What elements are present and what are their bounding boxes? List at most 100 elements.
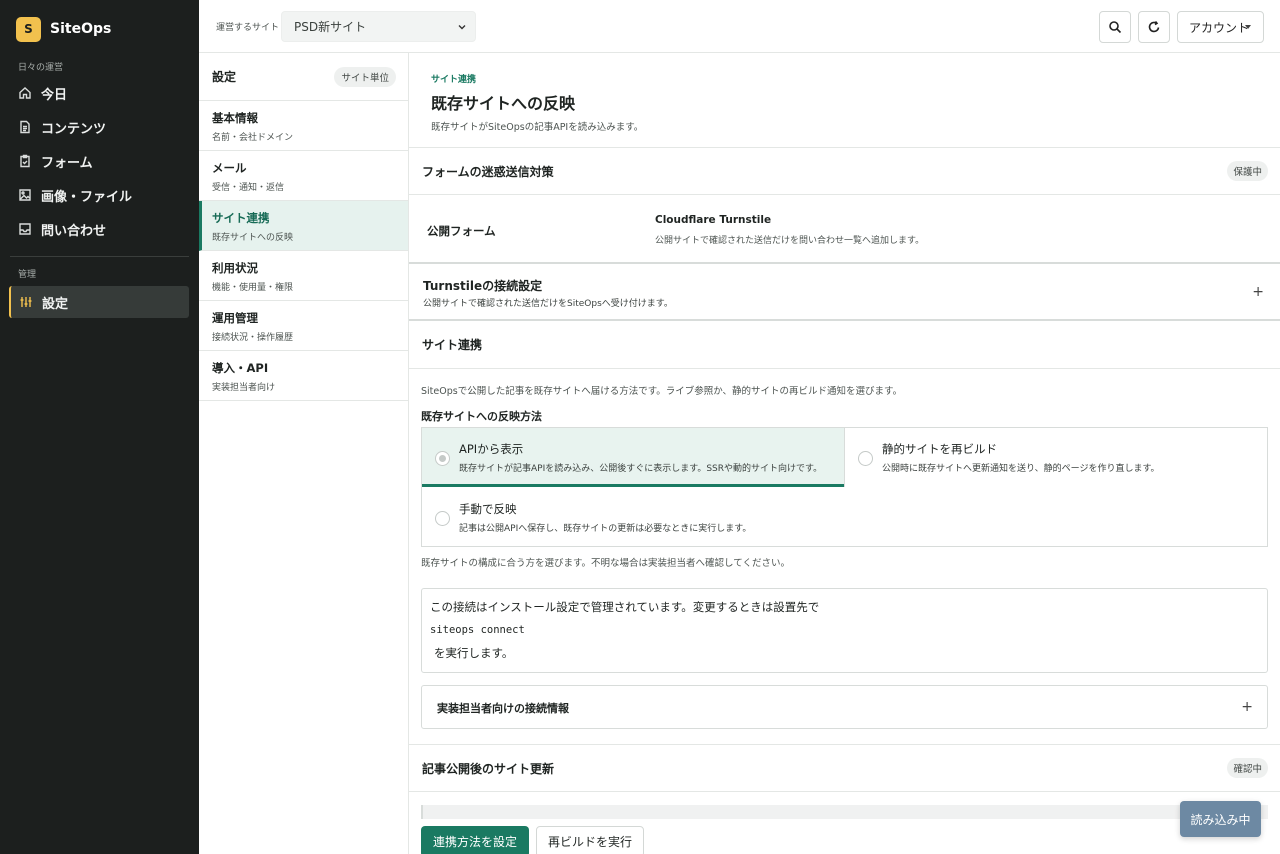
- radio-button[interactable]: [435, 451, 450, 466]
- publish-actions: 連携方法を設定 再ビルドを実行: [421, 826, 645, 854]
- subnav-item-usage[interactable]: 利用状況 機能・使用量・権限: [199, 251, 408, 301]
- subnav-item-sub: 接続状況・操作履歴: [212, 333, 294, 343]
- turnstile-accordion[interactable]: Turnstileの接続設定 公開サイトで確認された送信だけをSiteOpsへ受…: [409, 264, 1280, 321]
- method-hint: 既存サイトの構成に合う方を選びます。不明な場合は実装担当者へ確認してください。: [421, 558, 790, 569]
- expand-plus-icon[interactable]: +: [1252, 284, 1264, 300]
- document-icon: [18, 120, 32, 134]
- subnav-item-sub: 機能・使用量・権限: [212, 283, 294, 293]
- inbox-icon: [18, 222, 32, 236]
- sidebar-item-content[interactable]: コンテンツ: [0, 110, 199, 144]
- option-title: 手動で反映: [459, 502, 517, 516]
- option-api-display[interactable]: APIから表示 既存サイトが記事APIを読み込み、公開後すぐに表示します。SSR…: [422, 428, 844, 487]
- sync-section-header: サイト連携: [409, 321, 1280, 369]
- option-title: APIから表示: [459, 442, 524, 456]
- sidebar-item-label: フォーム: [41, 155, 93, 171]
- site-select-value: PSD新サイト: [294, 20, 367, 34]
- publish-status-bar: [421, 805, 1268, 819]
- settings-subnav: 設定 サイト単位 基本情報 名前・会社ドメイン メール 受信・通知・返信 サイト…: [199, 53, 409, 854]
- radio-button[interactable]: [858, 451, 873, 466]
- subnav-item-api[interactable]: 導入・API 実装担当者向け: [199, 351, 408, 401]
- method-label: 既存サイトへの反映方法: [421, 410, 542, 423]
- option-desc: 既存サイトが記事APIを読み込み、公開後すぐに表示します。SSRや動的サイト向け…: [459, 464, 823, 474]
- publish-section-title: 記事公開後のサイト更新: [422, 761, 555, 776]
- nav-section-daily: 日々の運営: [18, 63, 64, 73]
- publish-section-header: 記事公開後のサイト更新 確認中: [409, 744, 1280, 792]
- subnav-item-sub: 名前・会社ドメイン: [212, 133, 294, 143]
- topbar: 運営するサイト PSD新サイト アカウント: [199, 0, 1280, 53]
- sync-section-body: SiteOpsで公開した記事を既存サイトへ届ける方法です。ライブ参照か、静的サイ…: [409, 369, 1280, 729]
- sync-description: SiteOpsで公開した記事を既存サイトへ届ける方法です。ライブ参照か、静的サイ…: [421, 386, 903, 397]
- loading-toast: 読み込み中: [1180, 801, 1261, 837]
- subnav-item-title: 利用状況: [212, 261, 258, 275]
- subnav-item-title: 基本情報: [212, 111, 258, 125]
- nav-section-admin: 管理: [18, 270, 37, 280]
- radio-button[interactable]: [435, 511, 450, 526]
- install-note-box: この接続はインストール設定で管理されています。変更するときは設置先で siteo…: [421, 588, 1268, 673]
- subnav-item-sub: 実装担当者向け: [212, 383, 276, 393]
- account-menu-button[interactable]: アカウント: [1177, 11, 1264, 43]
- site-select-label: 運営するサイト: [216, 23, 280, 33]
- dev-info-title: 実装担当者向けの接続情報: [437, 702, 569, 715]
- public-form-row: 公開フォーム Cloudflare Turnstile 公開サイトで確認された送…: [409, 195, 1280, 264]
- sidebar-item-label: 設定: [42, 296, 69, 312]
- nav-divider: [10, 256, 189, 257]
- sidebar-item-label: 画像・ファイル: [41, 189, 133, 205]
- install-note-tail: を実行します。: [434, 646, 514, 660]
- subnav-item-operations[interactable]: 運用管理 接続状況・操作履歴: [199, 301, 408, 351]
- scope-pill: サイト単位: [334, 66, 396, 87]
- subnav-item-mail[interactable]: メール 受信・通知・返信: [199, 151, 408, 201]
- spam-section-header: フォームの迷惑送信対策 保護中: [409, 148, 1280, 195]
- install-command: siteops connect: [430, 624, 525, 636]
- sliders-icon: [19, 295, 33, 309]
- install-note: この接続はインストール設定で管理されています。変更するときは設置先で: [430, 600, 820, 614]
- option-desc: 公開時に既存サイトへ更新通知を送り、静的ページを作り直します。: [882, 464, 1160, 474]
- sidebar-item-settings[interactable]: 設定: [9, 286, 189, 318]
- option-static-rebuild[interactable]: 静的サイトを再ビルド 公開時に既存サイトへ更新通知を送り、静的ページを作り直しま…: [844, 428, 1268, 487]
- sidebar-item-today[interactable]: 今日: [0, 76, 199, 110]
- dev-info-accordion[interactable]: 実装担当者向けの接続情報 +: [421, 685, 1268, 729]
- sidebar-item-label: コンテンツ: [41, 121, 107, 137]
- public-form-label: 公開フォーム: [427, 224, 496, 238]
- sidebar-item-label: 今日: [41, 87, 68, 103]
- page-eyebrow: サイト連携: [431, 75, 477, 85]
- refresh-button[interactable]: [1138, 11, 1170, 43]
- caret-down-icon: [1245, 25, 1251, 29]
- image-icon: [18, 188, 32, 202]
- public-form-desc: 公開サイトで確認された送信だけを問い合わせ一覧へ追加します。: [655, 236, 925, 246]
- page-header: サイト連携 既存サイトへの反映 既存サイトがSiteOpsの記事APIを読み込み…: [409, 53, 1280, 148]
- brand-name: SiteOps: [50, 21, 112, 37]
- turnstile-title: Turnstileの接続設定: [423, 279, 543, 293]
- account-label: アカウント: [1189, 20, 1250, 35]
- option-title: 静的サイトを再ビルド: [882, 442, 997, 456]
- page-description: 既存サイトがSiteOpsの記事APIを読み込みます。: [431, 122, 644, 133]
- expand-plus-icon[interactable]: +: [1241, 699, 1253, 715]
- subnav-item-basic[interactable]: 基本情報 名前・会社ドメイン: [199, 101, 408, 151]
- configure-sync-button[interactable]: 連携方法を設定: [421, 826, 530, 854]
- spam-section-title: フォームの迷惑送信対策: [422, 164, 554, 179]
- sidebar-item-inquiries[interactable]: 問い合わせ: [0, 212, 199, 246]
- subnav-item-site-sync[interactable]: サイト連携 既存サイトへの反映: [199, 201, 408, 251]
- sidebar-item-media[interactable]: 画像・ファイル: [0, 178, 199, 212]
- subnav-title: 設定: [212, 70, 237, 84]
- public-form-provider: Cloudflare Turnstile: [655, 214, 772, 226]
- run-rebuild-button[interactable]: 再ビルドを実行: [536, 826, 645, 854]
- subnav-item-sub: 受信・通知・返信: [212, 183, 285, 193]
- brand-logo: S: [16, 16, 41, 42]
- brand[interactable]: S SiteOps: [0, 0, 199, 58]
- search-icon: [1109, 21, 1122, 34]
- site-select[interactable]: PSD新サイト: [281, 11, 476, 42]
- subnav-item-sub: 既存サイトへの反映: [212, 233, 294, 243]
- search-button[interactable]: [1099, 11, 1131, 43]
- option-manual[interactable]: 手動で反映 記事は公開APIへ保存し、既存サイトの更新は必要なときに実行します。: [422, 488, 1268, 547]
- status-badge: 保護中: [1227, 161, 1268, 181]
- home-icon: [18, 86, 32, 100]
- subnav-item-title: メール: [212, 161, 247, 175]
- subnav-item-title: 運用管理: [212, 311, 258, 325]
- method-options: APIから表示 既存サイトが記事APIを読み込み、公開後すぐに表示します。SSR…: [421, 427, 1268, 547]
- sidebar-item-forms[interactable]: フォーム: [0, 144, 199, 178]
- subnav-item-title: サイト連携: [212, 211, 270, 225]
- sidebar: S SiteOps 日々の運営 今日 コンテンツ フォーム 画像・ファイル 問い…: [0, 0, 199, 854]
- subnav-header: 設定 サイト単位: [199, 53, 408, 101]
- main-content: サイト連携 既存サイトへの反映 既存サイトがSiteOpsの記事APIを読み込み…: [409, 53, 1280, 854]
- refresh-icon: [1148, 20, 1160, 33]
